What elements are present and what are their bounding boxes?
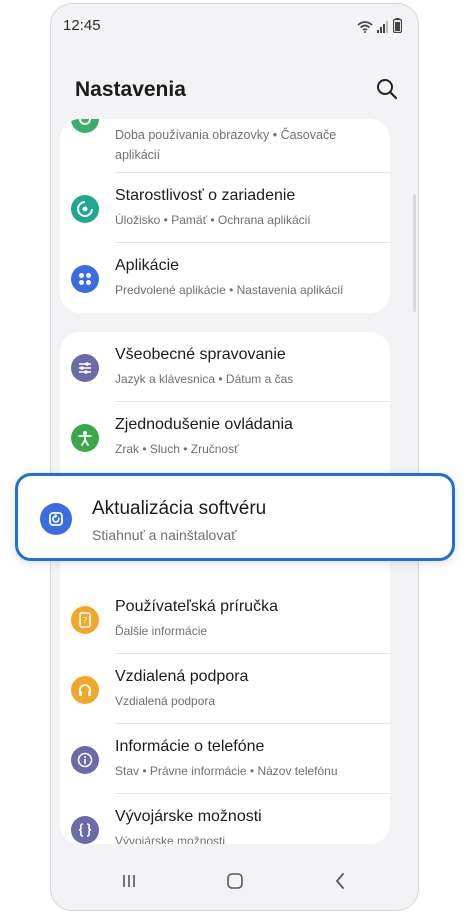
settings-item-subtitle: Stav • Právne informácie • Názov telefón… [115,764,338,778]
settings-item-software-update[interactable]: Aktualizácia softvéru Stiahnuť a nainšta… [15,473,455,561]
settings-item-title: Informácie o telefóne [115,738,265,755]
settings-item-about-phone[interactable]: Informácie o telefóne Stav • Právne info… [60,724,390,794]
settings-item-developer-options[interactable]: Vývojárske možnosti Vývojárske možnosti [60,794,390,844]
app-header: Nastavenia [51,64,418,114]
search-icon [377,79,398,100]
battery-icon [393,18,402,33]
settings-item-subtitle: Jazyk a klávesnica • Dátum a čas [115,372,294,386]
user-manual-icon: ? [71,606,99,634]
settings-item-apps[interactable]: Aplikácie Predvolené aplikácie • Nastave… [60,243,390,313]
device-care-icon [71,195,99,223]
settings-item-subtitle: Ďalšie informácie [115,624,208,638]
status-icons [357,18,402,33]
settings-item-subtitle: Úložisko • Pamäť • Ochrana aplikácií [115,213,311,227]
search-button[interactable] [374,76,400,102]
software-update-icon [40,503,72,535]
settings-item-title: Aktualizácia softvéru [92,498,267,519]
settings-item-device-care[interactable]: Starostlivosť o zariadenie Úložisko • Pa… [60,173,390,243]
settings-item-subtitle: Doba používania obrazovky • Časovače apl… [115,128,337,162]
settings-item-title: Používateľská príručka [115,598,278,615]
settings-item-subtitle: Vzdialená podpora [115,694,216,708]
settings-item-general-management[interactable]: Všeobecné spravovanie Jazyk a klávesnica… [60,332,390,402]
page-title: Nastavenia [75,78,186,101]
settings-item-title: Starostlivosť o zariadenie [115,187,296,204]
navigation-bar [51,850,418,910]
scrollbar[interactable] [413,194,416,312]
status-bar: 12:45 [51,4,418,46]
back-icon [335,873,344,889]
svg-text:?: ? [83,617,88,627]
settings-item-user-manual[interactable]: ? Používateľská príručka Ďalšie informác… [60,584,390,654]
settings-item-accessibility[interactable]: Zjednodušenie ovládania Zrak • Sluch • Z… [60,402,390,472]
settings-group-1: Doba používania obrazovky • Časovače apl… [60,119,390,313]
signal-icon [377,21,388,33]
apps-icon [71,265,99,293]
settings-item-subtitle: Zrak • Sluch • Zručnosť [115,442,239,456]
recents-icon [123,875,135,887]
phone-screen: 12:45 Nastavenia Doba používania obrazov… [50,3,419,911]
back-button[interactable] [327,868,353,894]
digital-wellbeing-icon [71,119,99,133]
sliders-icon [71,354,99,382]
recents-button[interactable] [116,868,142,894]
settings-item-title: Vzdialená podpora [115,668,249,685]
settings-item-title: Zjednodušenie ovládania [115,416,293,433]
settings-item-title: Vývojárske možnosti [115,808,262,825]
settings-item-remote-support[interactable]: Vzdialená podpora Vzdialená podpora [60,654,390,724]
status-time: 12:45 [63,17,101,34]
headset-icon [71,676,99,704]
settings-group-2: Všeobecné spravovanie Jazyk a klávesnica… [60,332,390,844]
home-button[interactable] [222,868,248,894]
developer-icon [71,816,99,844]
accessibility-icon [71,424,99,452]
settings-item-subtitle: Predvolené aplikácie • Nastavenia apliká… [115,283,344,297]
home-icon [227,873,243,889]
settings-item-title: Aplikácie [115,257,180,274]
wifi-icon [357,21,373,33]
info-icon [71,746,99,774]
settings-item-subtitle: Vývojárske možnosti [115,834,226,844]
settings-item-subtitle: Stiahnuť a nainštalovať [92,527,237,543]
settings-item-title: Všeobecné spravovanie [115,346,286,363]
settings-item-digital-wellbeing[interactable]: Doba používania obrazovky • Časovače apl… [60,119,390,173]
